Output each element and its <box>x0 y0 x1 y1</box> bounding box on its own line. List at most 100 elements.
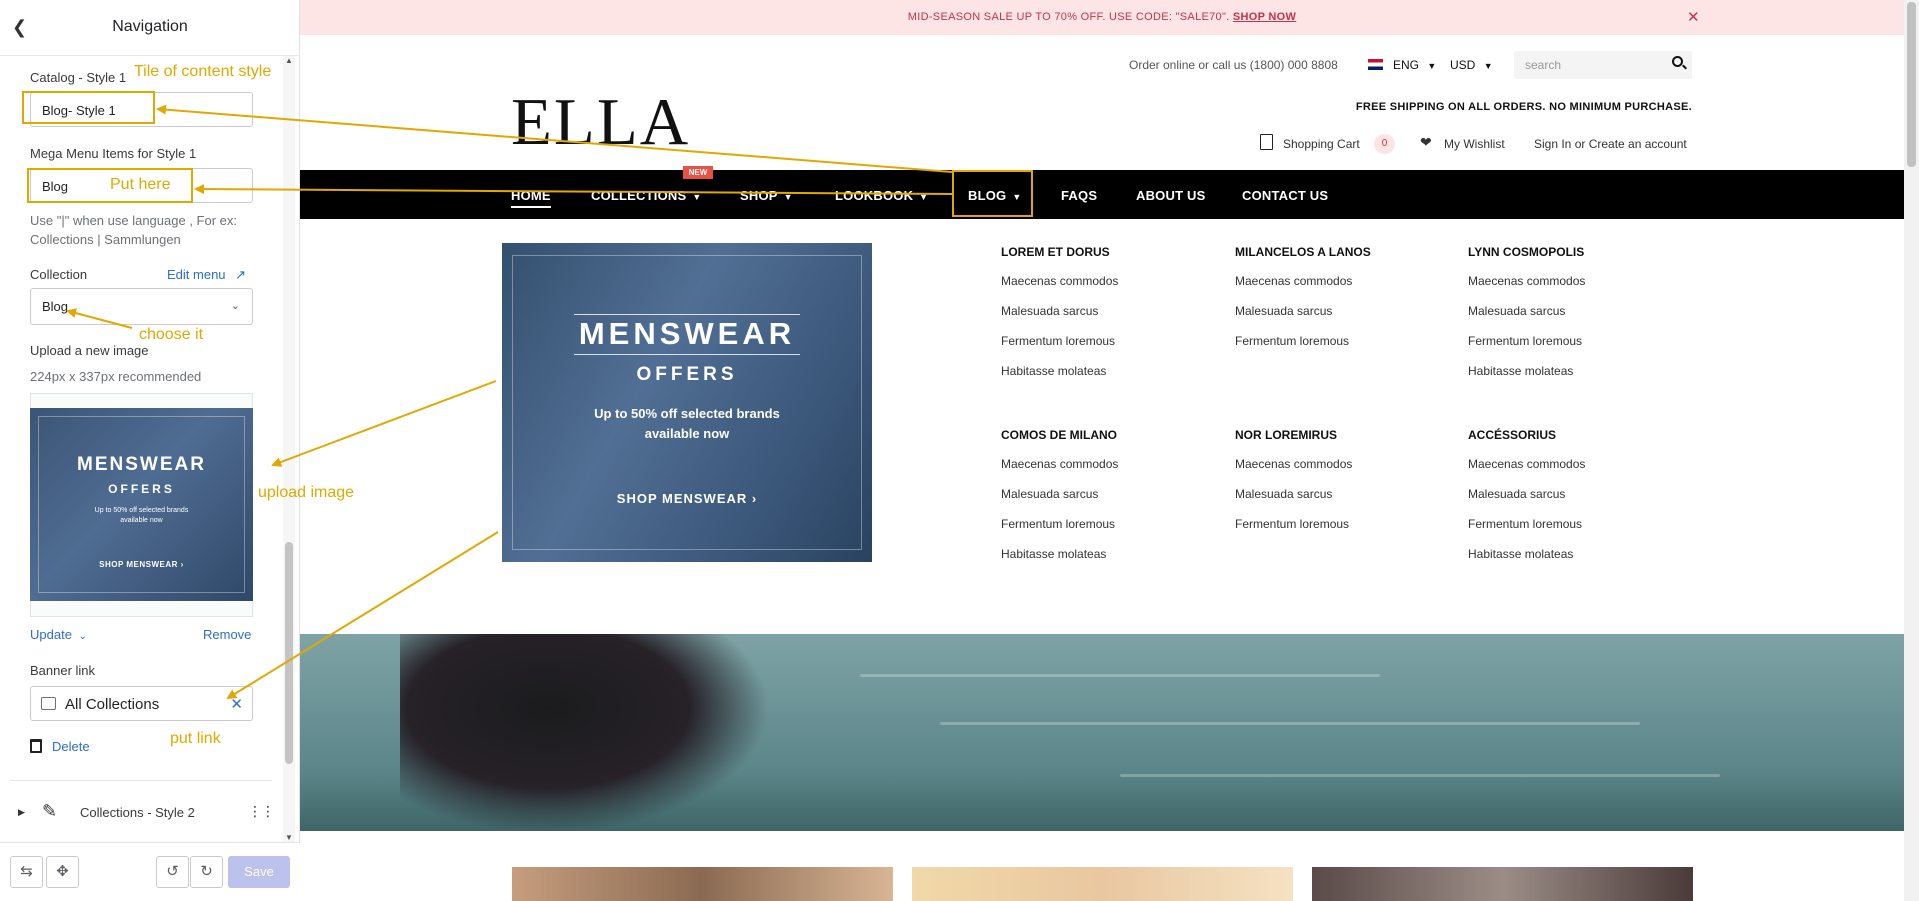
collections-style-2-item[interactable]: ▶ ✎ Collections - Style 2 ⋮⋮ <box>10 780 275 846</box>
uk-flag-icon <box>1368 59 1383 70</box>
annotation-tile-of-content-style: Tile of content style <box>134 63 272 80</box>
promo-text: MID-SEASON SALE UP TO 70% OFF. USE CODE:… <box>907 11 1230 23</box>
menu-link[interactable]: Maecenas commodos <box>1468 457 1688 487</box>
banner-divider-top <box>574 314 800 315</box>
nav-contact-us[interactable]: CONTACT US <box>1242 188 1328 203</box>
menu-link[interactable]: Malesuada sarcus <box>1001 304 1221 334</box>
menu-link[interactable]: Malesuada sarcus <box>1468 304 1688 334</box>
promo-bar: MID-SEASON SALE UP TO 70% OFF. USE CODE:… <box>300 0 1904 35</box>
menu-link[interactable]: Fermentum loremous <box>1235 517 1455 547</box>
shopping-bag-icon[interactable] <box>1260 134 1273 150</box>
product-thumbnail[interactable] <box>912 867 1293 901</box>
currency-selector[interactable]: USD ▼ <box>1450 58 1493 72</box>
editor-header: ❮ Navigation <box>0 0 300 56</box>
collection-label: Collection <box>30 267 88 282</box>
scroll-down-icon[interactable]: ▼ <box>285 833 293 842</box>
menu-column-heading[interactable]: COMOS DE MILANO <box>1001 428 1221 442</box>
menu-link[interactable]: Habitasse molateas <box>1468 547 1688 577</box>
menu-link[interactable]: Habitasse molateas <box>1001 364 1221 394</box>
preview-scrollbar[interactable] <box>1904 0 1919 901</box>
search-input[interactable]: search <box>1514 51 1692 79</box>
store-logo[interactable]: ELLA <box>511 87 690 157</box>
menu-link[interactable]: Maecenas commodos <box>1468 274 1688 304</box>
redo-icon[interactable]: ↻ <box>190 856 223 888</box>
mega-menu-banner[interactable]: MENSWEAR OFFERS Up to 50% off selected b… <box>502 243 872 562</box>
collection-select[interactable]: Blog ⌄ <box>30 288 253 325</box>
thumbnail-text-line1: Up to 50% off selected brands <box>94 507 189 514</box>
delete-button[interactable]: Delete <box>30 739 90 754</box>
menu-link[interactable]: Fermentum loremous <box>1001 517 1221 547</box>
close-icon[interactable]: ✕ <box>1687 0 1700 35</box>
shopping-cart-link[interactable]: Shopping Cart <box>1283 137 1360 151</box>
inspector-icon[interactable]: ✥ <box>46 856 79 888</box>
remove-image-button[interactable]: Remove <box>203 627 251 642</box>
preview-scroll-thumb[interactable] <box>1907 2 1916 167</box>
menu-column-heading[interactable]: LYNN COSMOPOLIS <box>1468 245 1688 259</box>
editor-scroll-thumb[interactable] <box>285 542 293 764</box>
sign-in-link[interactable]: Sign In or Create an account <box>1534 137 1687 151</box>
clear-icon[interactable]: ✕ <box>230 695 243 713</box>
menu-column-heading[interactable]: MILANCELOS A LANOS <box>1235 245 1455 259</box>
thumbnail-text-line2: available now <box>120 517 163 524</box>
banner-link-field[interactable]: All Collections ✕ <box>30 686 253 721</box>
nav-faqs[interactable]: FAQS <box>1061 188 1097 203</box>
menu-column-heading[interactable]: NOR LOREMIRUS <box>1235 428 1455 442</box>
nav-collections[interactable]: COLLECTIONS ▼ <box>591 188 701 203</box>
cart-count-badge: 0 <box>1374 134 1395 154</box>
update-image-button[interactable]: Update ⌄ <box>30 627 87 642</box>
search-icon[interactable] <box>1672 56 1683 67</box>
menu-link[interactable]: Malesuada sarcus <box>1468 487 1688 517</box>
nav-home[interactable]: HOME <box>511 188 551 203</box>
menu-link[interactable]: Fermentum loremous <box>1468 517 1688 547</box>
menu-link[interactable]: Fermentum loremous <box>1468 334 1688 364</box>
menu-link[interactable]: Malesuada sarcus <box>1001 487 1221 517</box>
promo-shop-now-link[interactable]: SHOP NOW <box>1233 11 1296 23</box>
upload-image-label: Upload a new image <box>30 343 149 358</box>
menu-link[interactable]: Malesuada sarcus <box>1235 487 1455 517</box>
drag-handle-icon[interactable]: ⋮⋮ <box>248 803 275 820</box>
nav-shop[interactable]: SHOP ▼ <box>740 188 793 203</box>
upload-image-hint: 224px x 337px recommended <box>30 369 202 384</box>
thumbnail-cta: SHOP MENSWEAR › <box>99 560 184 569</box>
hero-ripple <box>940 722 1640 725</box>
menu-link[interactable]: Maecenas commodos <box>1235 274 1455 304</box>
editor-title: Navigation <box>112 18 188 35</box>
annotation-upload-image: upload image <box>258 484 355 501</box>
nav-about-us[interactable]: ABOUT US <box>1136 188 1206 203</box>
annotation-put-link: put link <box>170 730 221 747</box>
language-selector[interactable]: ENG ▼ <box>1393 58 1436 72</box>
product-thumbnail[interactable] <box>512 867 893 901</box>
caret-down-icon: ▼ <box>1483 61 1493 71</box>
banner-subtitle: OFFERS <box>636 364 738 385</box>
editor-scrollbar[interactable]: ▲ ▼ <box>283 56 295 842</box>
menu-column-heading[interactable]: LOREM ET DORUS <box>1001 245 1221 259</box>
menu-column-heading[interactable]: ACCÉSSORIUS <box>1468 428 1688 442</box>
menu-link[interactable]: Maecenas commodos <box>1001 274 1221 304</box>
menu-link[interactable]: Fermentum loremous <box>1001 334 1221 364</box>
menu-column: LYNN COSMOPOLIS Maecenas commodos Malesu… <box>1468 245 1688 394</box>
currency-value: USD <box>1450 58 1476 72</box>
trash-icon <box>30 739 42 753</box>
banner-divider-bottom <box>574 354 800 355</box>
menu-link[interactable]: Maecenas commodos <box>1235 457 1455 487</box>
menu-link[interactable]: Maecenas commodos <box>1001 457 1221 487</box>
language-value: ENG <box>1393 58 1420 72</box>
caret-down-icon: ▼ <box>919 192 929 202</box>
fit-width-icon[interactable]: ⇆ <box>10 856 43 888</box>
nav-lookbook[interactable]: LOOKBOOK ▼ <box>835 188 928 203</box>
caret-right-icon[interactable]: ▶ <box>18 807 25 818</box>
product-thumbnail[interactable] <box>1312 867 1693 901</box>
menu-link[interactable]: Habitasse molateas <box>1468 364 1688 394</box>
menu-link[interactable]: Fermentum loremous <box>1235 334 1455 364</box>
collections-style-2-label: Collections - Style 2 <box>80 805 195 820</box>
scroll-up-icon[interactable]: ▲ <box>285 56 293 65</box>
wishlist-link[interactable]: My Wishlist <box>1444 137 1505 151</box>
menu-link[interactable]: Habitasse molateas <box>1001 547 1221 577</box>
save-button[interactable]: Save <box>228 856 290 888</box>
undo-icon[interactable]: ↺ <box>156 856 189 888</box>
edit-menu-link[interactable]: Edit menu ↗ <box>167 267 246 283</box>
menswear-thumbnail-image[interactable]: MENSWEAR OFFERS Up to 50% off selected b… <box>30 408 253 601</box>
shop-menswear-link[interactable]: SHOP MENSWEAR › <box>502 491 872 506</box>
menu-link[interactable]: Malesuada sarcus <box>1235 304 1455 334</box>
hero-image[interactable] <box>300 634 1904 831</box>
